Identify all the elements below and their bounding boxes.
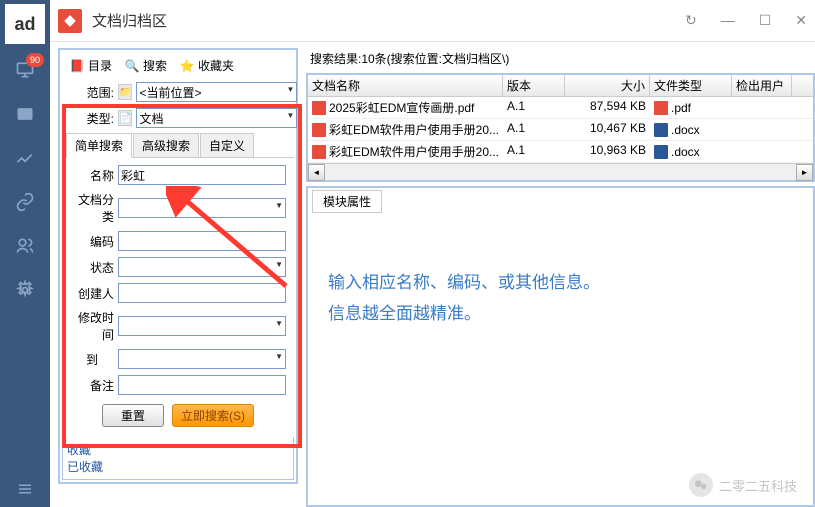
category-label: 文档分类 bbox=[70, 191, 114, 225]
search-form: 名称 文档分类 编码 状态 创建人 修改时间 bbox=[62, 158, 294, 437]
wechat-icon bbox=[689, 473, 713, 497]
favorites-panel: 收藏 已收藏 bbox=[62, 437, 294, 480]
left-panel: 📕 目录 🔍 搜索 ⭐ 收藏夹 范围: 📁 类型: 📄 简单搜索 bbox=[58, 48, 298, 484]
sidebar-card[interactable] bbox=[0, 92, 50, 136]
titlebar-app-icon bbox=[58, 9, 82, 33]
search-submit-button[interactable]: 立即搜索(S) bbox=[172, 404, 254, 427]
hint-line-2: 信息越全面越精准。 bbox=[328, 299, 793, 330]
table-row[interactable]: 2025彩虹EDM宣传画册.pdfA.187,594 KB.pdf bbox=[308, 97, 813, 119]
app-logo: ad bbox=[5, 4, 45, 44]
scope-select[interactable] bbox=[136, 82, 297, 102]
file-icon bbox=[312, 101, 326, 115]
search-button[interactable]: 🔍 搜索 bbox=[119, 54, 172, 77]
creator-input[interactable] bbox=[118, 283, 286, 303]
creator-label: 创建人 bbox=[70, 285, 114, 302]
close-button[interactable]: ✕ bbox=[795, 12, 807, 29]
grid-scrollbar[interactable]: ◄ ► bbox=[308, 163, 813, 180]
properties-panel: 模块属性 输入相应名称、编码、或其他信息。 信息越全面越精准。 bbox=[306, 186, 815, 507]
right-panel: 搜索结果:10条(搜索位置:文档归档区\) 文档名称 版本 大小 文件类型 检出… bbox=[306, 48, 815, 507]
type-select[interactable] bbox=[136, 108, 297, 128]
modtime-to-select[interactable] bbox=[118, 349, 286, 369]
modtime-from-select[interactable] bbox=[118, 316, 286, 336]
results-grid: 文档名称 版本 大小 文件类型 检出用户 2025彩虹EDM宣传画册.pdfA.… bbox=[306, 73, 815, 182]
col-header-user[interactable]: 检出用户 bbox=[732, 75, 792, 96]
col-header-size[interactable]: 大小 bbox=[565, 75, 650, 96]
remark-label: 备注 bbox=[70, 377, 114, 394]
favorites-button[interactable]: ⭐ 收藏夹 bbox=[174, 54, 239, 77]
code-label: 编码 bbox=[70, 233, 114, 250]
remark-input[interactable] bbox=[118, 375, 286, 395]
watermark: 二零二五科技 bbox=[689, 473, 797, 497]
file-icon bbox=[312, 123, 326, 137]
sidebar-link[interactable] bbox=[0, 180, 50, 224]
left-toolbar: 📕 目录 🔍 搜索 ⭐ 收藏夹 bbox=[62, 52, 294, 79]
hint-line-1: 输入相应名称、编码、或其他信息。 bbox=[328, 268, 793, 299]
minimize-button[interactable]: — bbox=[721, 12, 735, 29]
col-header-filetype[interactable]: 文件类型 bbox=[650, 75, 732, 96]
window-title: 文档归档区 bbox=[92, 10, 167, 31]
type-icon: 📄 bbox=[118, 110, 132, 126]
sidebar-users[interactable] bbox=[0, 224, 50, 268]
sidebar-monitor[interactable]: 90 bbox=[0, 48, 50, 92]
col-header-name[interactable]: 文档名称 bbox=[308, 75, 503, 96]
notification-badge: 90 bbox=[26, 53, 44, 67]
catalog-icon: 📕 bbox=[69, 58, 85, 74]
app-sidebar: ad 90 bbox=[0, 0, 50, 507]
tab-custom-search[interactable]: 自定义 bbox=[200, 133, 254, 157]
category-select[interactable] bbox=[118, 198, 286, 218]
table-row[interactable]: 彩虹EDM软件用户使用手册20...A.110,963 KB.docx bbox=[308, 141, 813, 163]
to-label: 到 bbox=[70, 351, 114, 368]
scope-label: 范围: bbox=[70, 84, 114, 101]
table-row[interactable]: 彩虹EDM软件用户使用手册20...A.110,467 KB.docx bbox=[308, 119, 813, 141]
tab-simple-search[interactable]: 简单搜索 bbox=[66, 133, 132, 158]
reset-button[interactable]: 重置 bbox=[102, 404, 164, 427]
sidebar-analytics[interactable] bbox=[0, 136, 50, 180]
search-tabs: 简单搜索 高级搜索 自定义 bbox=[62, 133, 294, 158]
scroll-left-icon[interactable]: ◄ bbox=[308, 164, 325, 181]
tab-advanced-search[interactable]: 高级搜索 bbox=[133, 133, 199, 157]
maximize-button[interactable]: ☐ bbox=[759, 12, 772, 29]
modtime-label: 修改时间 bbox=[70, 309, 114, 343]
favorites-link[interactable]: 收藏 bbox=[67, 441, 289, 458]
scroll-right-icon[interactable]: ► bbox=[796, 164, 813, 181]
catalog-button[interactable]: 📕 目录 bbox=[64, 54, 117, 77]
status-label: 状态 bbox=[70, 259, 114, 276]
props-tab[interactable]: 模块属性 bbox=[312, 190, 382, 213]
col-header-version[interactable]: 版本 bbox=[503, 75, 565, 96]
type-label: 类型: bbox=[70, 110, 114, 127]
refresh-icon[interactable]: ↻ bbox=[685, 12, 697, 29]
scope-icon: 📁 bbox=[118, 84, 132, 100]
file-icon bbox=[312, 145, 326, 159]
status-select[interactable] bbox=[118, 257, 286, 277]
code-input[interactable] bbox=[118, 231, 286, 251]
results-summary: 搜索结果:10条(搜索位置:文档归档区\) bbox=[306, 48, 815, 69]
filetype-icon bbox=[654, 101, 668, 115]
name-input[interactable] bbox=[118, 165, 286, 185]
star-icon: ⭐ bbox=[179, 58, 195, 74]
filetype-icon bbox=[654, 123, 668, 137]
sidebar-menu[interactable] bbox=[0, 471, 50, 507]
search-icon: 🔍 bbox=[124, 58, 140, 74]
sidebar-settings[interactable] bbox=[0, 268, 50, 312]
filetype-icon bbox=[654, 145, 668, 159]
name-label: 名称 bbox=[70, 167, 114, 184]
favorited-link[interactable]: 已收藏 bbox=[67, 458, 289, 475]
window-titlebar: 文档归档区 ↻ — ☐ ✕ bbox=[50, 0, 815, 42]
